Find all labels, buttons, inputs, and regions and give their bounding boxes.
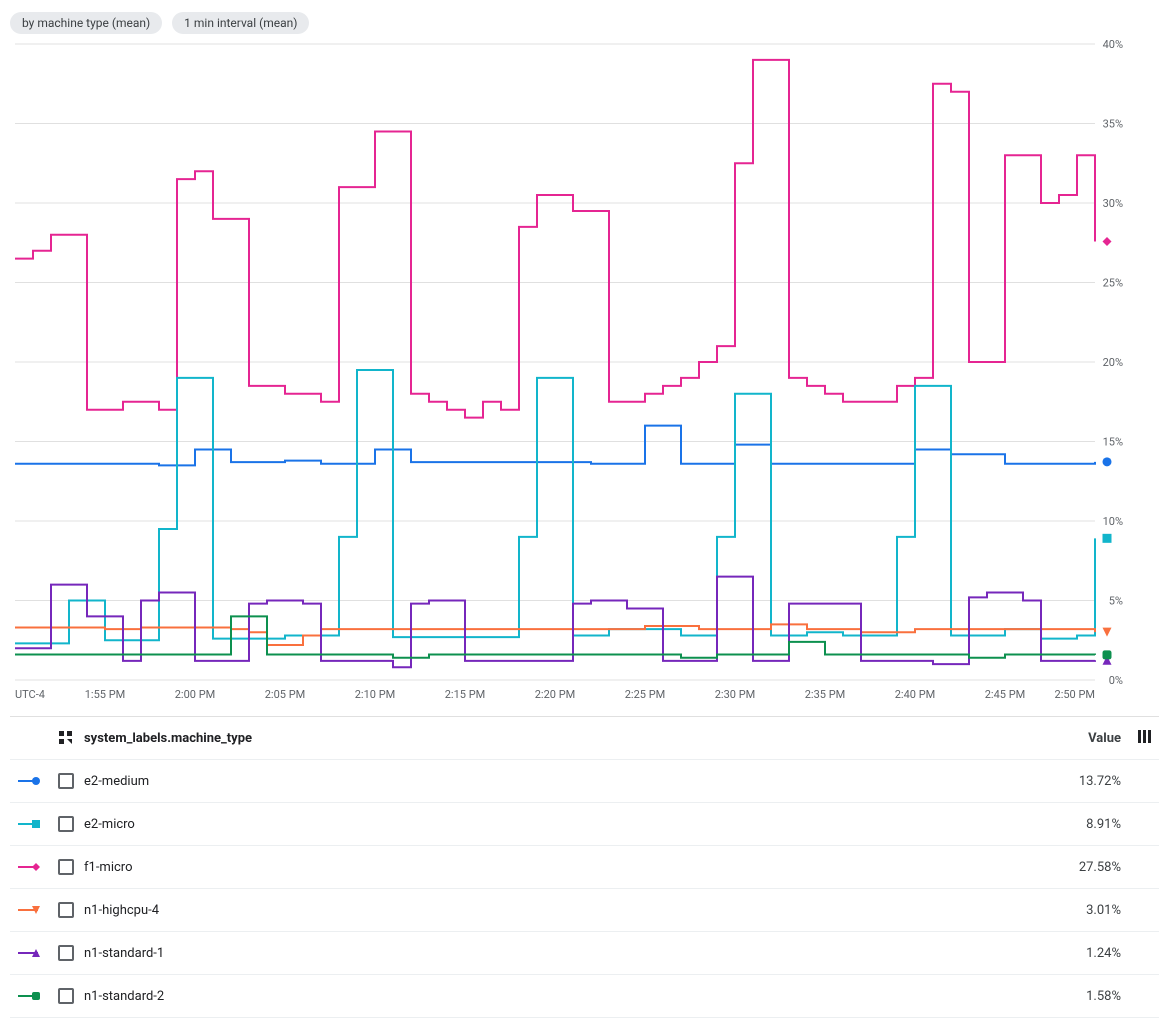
svg-text:40%: 40% — [1103, 40, 1123, 51]
svg-text:2:30 PM: 2:30 PM — [715, 688, 755, 701]
svg-text:2:50 PM: 2:50 PM — [1055, 688, 1095, 701]
svg-text:2:05 PM: 2:05 PM — [265, 688, 305, 701]
svg-text:0%: 0% — [1109, 674, 1123, 687]
legend-checkbox-wrap — [58, 773, 80, 789]
svg-text:25%: 25% — [1103, 277, 1123, 290]
legend-value: 8.91% — [1031, 817, 1121, 832]
series-f1-micro — [15, 60, 1095, 418]
endpoint-f1-micro — [1103, 237, 1112, 246]
legend-checkbox-wrap — [58, 988, 80, 1004]
legend-label: n1-highcpu-4 — [80, 903, 1031, 918]
legend-marker — [18, 995, 58, 997]
svg-text:15%: 15% — [1103, 436, 1123, 449]
svg-text:2:45 PM: 2:45 PM — [985, 688, 1025, 701]
legend-label: e2-micro — [80, 817, 1031, 832]
legend-label: f1-micro — [80, 860, 1031, 875]
legend-checkbox-wrap — [58, 902, 80, 918]
svg-text:2:10 PM: 2:10 PM — [355, 688, 395, 701]
legend-row-f1_micro[interactable]: f1-micro27.58% — [10, 846, 1159, 889]
legend-marker — [18, 780, 58, 782]
svg-text:10%: 10% — [1103, 515, 1123, 528]
svg-text:2:15 PM: 2:15 PM — [445, 688, 485, 701]
legend-row-e2_micro[interactable]: e2-micro8.91% — [10, 803, 1159, 846]
legend-label: e2-medium — [80, 774, 1031, 789]
svg-text:2:40 PM: 2:40 PM — [895, 688, 935, 701]
series-e2-micro — [15, 370, 1095, 643]
grid-icon — [58, 730, 74, 746]
legend-marker — [18, 909, 58, 911]
columns-icon — [1138, 730, 1151, 743]
legend-checkbox-wrap — [58, 945, 80, 961]
header-spacer-cb — [58, 730, 80, 746]
header-machine-type[interactable]: system_labels.machine_type — [80, 731, 1031, 746]
chart-series-group — [15, 60, 1095, 667]
chart-svg[interactable]: 0% 5% 10% 15% 20% 25% 30% 35% 40% UTC-4 1:55 PM 2:… — [10, 40, 1155, 710]
filter-chips-row: by machine type (mean) 1 min interval (m… — [10, 12, 1159, 34]
legend-checkbox[interactable] — [58, 859, 74, 875]
header-value[interactable]: Value — [1031, 731, 1121, 746]
legend-marker — [18, 866, 58, 868]
series-n1-standard-2 — [15, 616, 1095, 657]
legend-row-n1_highcpu_4[interactable]: n1-highcpu-43.01% — [10, 889, 1159, 932]
columns-button[interactable] — [1121, 730, 1151, 747]
chip-group-by[interactable]: by machine type (mean) — [10, 12, 162, 34]
svg-text:2:00 PM: 2:00 PM — [175, 688, 215, 701]
series-n1-highcpu-4 — [15, 624, 1095, 645]
svg-text:2:25 PM: 2:25 PM — [625, 688, 665, 701]
svg-text:20%: 20% — [1103, 356, 1123, 369]
legend-value: 1.58% — [1031, 989, 1121, 1004]
svg-text:1:55 PM: 1:55 PM — [85, 688, 125, 701]
legend-label: n1-standard-2 — [80, 989, 1031, 1004]
endpoint-n1-highcpu-4 — [1103, 628, 1112, 637]
svg-text:UTC-4: UTC-4 — [15, 688, 45, 701]
x-axis-labels: UTC-4 1:55 PM 2:00 PM 2:05 PM 2:10 PM 2:15 PM… — [15, 688, 1095, 701]
svg-text:2:20 PM: 2:20 PM — [535, 688, 575, 701]
legend-value: 3.01% — [1031, 903, 1121, 918]
endpoint-n1-standard-2 — [1103, 650, 1112, 659]
legend-row-n1_standard_2[interactable]: n1-standard-21.58% — [10, 975, 1159, 1018]
legend-table-header: system_labels.machine_type Value — [10, 717, 1159, 760]
legend-marker — [18, 952, 58, 954]
legend-marker — [18, 823, 58, 825]
legend-table: system_labels.machine_type Value e2-medi… — [10, 716, 1159, 1018]
legend-value: 13.72% — [1031, 774, 1121, 789]
chart-container: 0% 5% 10% 15% 20% 25% 30% 35% 40% UTC-4 1:55 PM 2:… — [10, 40, 1155, 710]
y-axis-labels: 0% 5% 10% 15% 20% 25% 30% 35% 40% — [1103, 40, 1123, 687]
legend-value: 27.58% — [1031, 860, 1121, 875]
legend-value: 1.24% — [1031, 946, 1121, 961]
chip-interval[interactable]: 1 min interval (mean) — [172, 12, 309, 34]
svg-text:35%: 35% — [1103, 118, 1123, 131]
endpoint-e2-medium — [1103, 457, 1112, 466]
legend-label: n1-standard-1 — [80, 946, 1031, 961]
legend-checkbox-wrap — [58, 816, 80, 832]
legend-checkbox-wrap — [58, 859, 80, 875]
svg-text:2:35 PM: 2:35 PM — [805, 688, 845, 701]
legend-row-e2_medium[interactable]: e2-medium13.72% — [10, 760, 1159, 803]
legend-checkbox[interactable] — [58, 988, 74, 1004]
legend-checkbox[interactable] — [58, 902, 74, 918]
legend-checkbox[interactable] — [58, 816, 74, 832]
svg-text:5%: 5% — [1109, 595, 1123, 608]
legend-checkbox[interactable] — [58, 945, 74, 961]
monitoring-chart-panel: by machine type (mean) 1 min interval (m… — [0, 0, 1169, 1028]
legend-checkbox[interactable] — [58, 773, 74, 789]
svg-text:30%: 30% — [1103, 197, 1123, 210]
legend-row-n1_standard_1[interactable]: n1-standard-11.24% — [10, 932, 1159, 975]
endpoint-e2-micro — [1103, 534, 1112, 543]
